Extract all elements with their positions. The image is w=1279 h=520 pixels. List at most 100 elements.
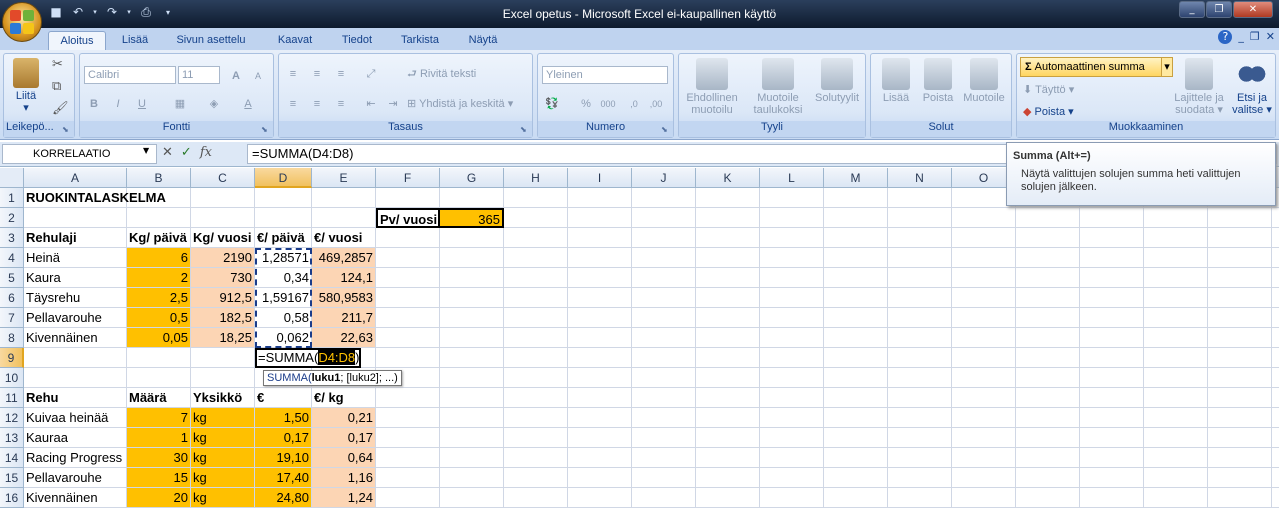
borders-icon[interactable]: ▦	[170, 94, 190, 112]
cell-c13[interactable]: kg	[191, 428, 255, 448]
cell[interactable]	[1144, 228, 1208, 248]
minimize-button[interactable]: _	[1179, 1, 1205, 18]
bold-button[interactable]: B	[84, 94, 104, 112]
cell-k16[interactable]	[696, 488, 760, 508]
cell-d3[interactable]: €/ päivä	[255, 228, 312, 248]
align-bottom-icon[interactable]: ≡	[331, 64, 351, 82]
cell-l13[interactable]	[760, 428, 824, 448]
cell-b9[interactable]	[127, 348, 191, 368]
cell[interactable]	[1272, 288, 1279, 308]
cell[interactable]	[1016, 428, 1080, 448]
cell-g12[interactable]	[440, 408, 504, 428]
cell-d7[interactable]: 0,58	[255, 308, 312, 328]
cell-j8[interactable]	[632, 328, 696, 348]
launcher-icon[interactable]: ⬊	[261, 125, 271, 135]
thousands-button[interactable]: 000	[598, 94, 618, 112]
row-header-12[interactable]: 12	[0, 408, 24, 428]
cell[interactable]	[1208, 468, 1272, 488]
cell-i3[interactable]	[568, 228, 632, 248]
cell-f12[interactable]	[376, 408, 440, 428]
cell-d1[interactable]	[255, 188, 312, 208]
format-painter-icon[interactable]: 🖌	[52, 101, 69, 114]
cell-j1[interactable]	[632, 188, 696, 208]
cell-a13[interactable]: Kauraa	[24, 428, 127, 448]
cell[interactable]	[1080, 428, 1144, 448]
column-header-j[interactable]: J	[632, 168, 696, 188]
cell[interactable]	[1080, 208, 1144, 228]
cell-n4[interactable]	[888, 248, 952, 268]
cell[interactable]	[1208, 288, 1272, 308]
cell-b6[interactable]: 2,5	[127, 288, 191, 308]
cell-n8[interactable]	[888, 328, 952, 348]
cell-n16[interactable]	[888, 488, 952, 508]
row-header-15[interactable]: 15	[0, 468, 24, 488]
cell-o4[interactable]	[952, 248, 1016, 268]
cell-j15[interactable]	[632, 468, 696, 488]
cell-b10[interactable]	[127, 368, 191, 388]
cell-j9[interactable]	[632, 348, 696, 368]
cell[interactable]	[1144, 268, 1208, 288]
cell-i9[interactable]	[568, 348, 632, 368]
cell-i4[interactable]	[568, 248, 632, 268]
cell[interactable]	[1208, 268, 1272, 288]
cell[interactable]	[1208, 248, 1272, 268]
cell-m6[interactable]	[824, 288, 888, 308]
cell[interactable]	[1016, 388, 1080, 408]
cell-e14[interactable]: 0,64	[312, 448, 376, 468]
cell-i12[interactable]	[568, 408, 632, 428]
cell-n3[interactable]	[888, 228, 952, 248]
increase-indent-icon[interactable]: ⇥	[383, 94, 403, 112]
cell-l8[interactable]	[760, 328, 824, 348]
cell[interactable]	[1080, 468, 1144, 488]
cell-o2[interactable]	[952, 208, 1016, 228]
tab-tiedot[interactable]: Tiedot	[332, 31, 382, 50]
cell-a15[interactable]: Pellavarouhe	[24, 468, 127, 488]
cell-i6[interactable]	[568, 288, 632, 308]
cell-j6[interactable]	[632, 288, 696, 308]
cell[interactable]	[1080, 248, 1144, 268]
font-size-combo[interactable]: 11	[178, 66, 220, 84]
grow-font-button[interactable]: A	[226, 66, 246, 84]
cell-d4[interactable]: 1,28571	[255, 248, 312, 268]
cell-i13[interactable]	[568, 428, 632, 448]
font-color-button[interactable]: A	[238, 94, 258, 112]
cell-m9[interactable]	[824, 348, 888, 368]
cell-b5[interactable]: 2	[127, 268, 191, 288]
cell[interactable]	[1080, 368, 1144, 388]
cell[interactable]	[1016, 448, 1080, 468]
cell-j12[interactable]	[632, 408, 696, 428]
cell-b12[interactable]: 7	[127, 408, 191, 428]
cell-o3[interactable]	[952, 228, 1016, 248]
cell[interactable]	[1272, 248, 1279, 268]
cell[interactable]	[1016, 408, 1080, 428]
cell-f13[interactable]	[376, 428, 440, 448]
cell-b4[interactable]: 6	[127, 248, 191, 268]
restore-workbook-icon[interactable]: ❐	[1250, 30, 1260, 44]
cell[interactable]	[1016, 328, 1080, 348]
cell[interactable]	[1208, 408, 1272, 428]
cell-h5[interactable]	[504, 268, 568, 288]
row-header-11[interactable]: 11	[0, 388, 24, 408]
cell-n14[interactable]	[888, 448, 952, 468]
cell-m14[interactable]	[824, 448, 888, 468]
cell-e11[interactable]: €/ kg	[312, 388, 376, 408]
cell-k12[interactable]	[696, 408, 760, 428]
cell-k14[interactable]	[696, 448, 760, 468]
cell-e15[interactable]: 1,16	[312, 468, 376, 488]
row-header-13[interactable]: 13	[0, 428, 24, 448]
cell[interactable]	[1272, 208, 1279, 228]
cell-e2[interactable]	[312, 208, 376, 228]
cell[interactable]	[1144, 468, 1208, 488]
cell-g5[interactable]	[440, 268, 504, 288]
column-header-h[interactable]: H	[504, 168, 568, 188]
cell[interactable]	[1144, 448, 1208, 468]
cancel-icon[interactable]: ✕	[162, 145, 173, 160]
wrap-text-button[interactable]: ⮐ Rivitä teksti	[407, 68, 476, 80]
font-name-combo[interactable]: Calibri	[84, 66, 176, 84]
cell-j2[interactable]	[632, 208, 696, 228]
cut-icon[interactable]: ✂	[52, 57, 63, 70]
cell-d16[interactable]: 24,80	[255, 488, 312, 508]
cell-c4[interactable]: 2190	[191, 248, 255, 268]
cell-a8[interactable]: Kivennäinen	[24, 328, 127, 348]
cell[interactable]	[1208, 448, 1272, 468]
